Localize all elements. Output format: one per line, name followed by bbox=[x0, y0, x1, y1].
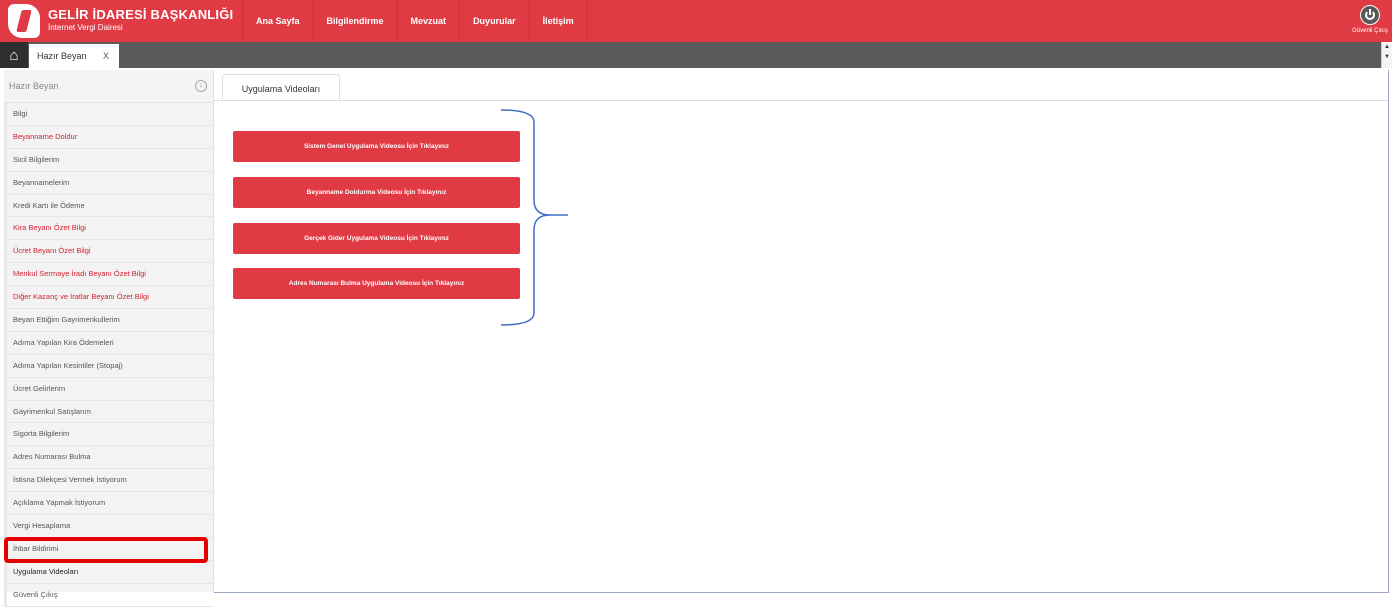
sidebar-item[interactable]: Ücret Beyanı Özet Bilgi bbox=[4, 240, 213, 264]
main-content: Uygulama Videoları Sistem Genel Uygulama… bbox=[214, 70, 1389, 593]
sidebar-item[interactable]: İhbar Bildirimi bbox=[4, 537, 213, 561]
secure-logout-button[interactable]: Güvenli Çıkış bbox=[1352, 5, 1388, 34]
sidebar-item[interactable]: Beyannamelerim bbox=[4, 171, 213, 195]
sidebar-item[interactable]: Diğer Kazanç ve İratlar Beyanı Özet Bilg… bbox=[4, 286, 213, 310]
video-button-adres-numarasi[interactable]: Adres Numarası Bulma Uygulama Videosu İç… bbox=[233, 268, 520, 299]
curly-brace-annotation bbox=[500, 109, 568, 326]
top-header: GELİR İDARESİ BAŞKANLIĞI İnternet Vergi … bbox=[0, 0, 1392, 42]
open-tabs-bar: ⌂ Hazır Beyan X ▲ ▼ bbox=[0, 42, 1392, 68]
sidebar-item[interactable]: Güvenli Çıkış bbox=[4, 583, 213, 607]
sidebar-item[interactable]: Beyanname Doldur bbox=[4, 125, 213, 149]
scroll-down-icon[interactable]: ▼ bbox=[1382, 52, 1392, 62]
scroll-up-icon[interactable]: ▲ bbox=[1382, 42, 1392, 52]
sidebar-item[interactable]: Sicil Bilgilerim bbox=[4, 148, 213, 172]
sidebar: Hazır Beyan ↓ Bilgi Beyanname Doldur Sicil… bbox=[4, 70, 214, 607]
nav-duyurular[interactable]: Duyurular bbox=[459, 0, 529, 42]
sidebar-item[interactable]: Beyan Ettiğim Gayrimenkullerim bbox=[4, 309, 213, 332]
brand-title: GELİR İDARESİ BAŞKANLIĞI bbox=[48, 7, 234, 22]
sidebar-item[interactable]: Sigorta Bilgilerim bbox=[4, 423, 213, 447]
sidebar-item[interactable]: Adres Numarası Bulma bbox=[4, 446, 213, 470]
sidebar-item[interactable]: Uygulama Videoları bbox=[4, 560, 213, 584]
video-button-gercek-gider[interactable]: Gerçek Gider Uygulama Videosu İçin Tıkla… bbox=[233, 223, 520, 254]
sidebar-item[interactable]: Gayrimenkul Satışlarım bbox=[4, 400, 213, 424]
tab-uygulama-videolari[interactable]: Uygulama Videoları bbox=[222, 74, 340, 100]
main-nav: Ana Sayfa Bilgilendirme Mevzuat Duyurula… bbox=[242, 0, 588, 42]
open-tab-label: Hazır Beyan bbox=[37, 51, 87, 61]
sidebar-item[interactable]: Bilgi bbox=[4, 103, 213, 126]
secure-logout-label: Güvenli Çıkış bbox=[1352, 28, 1388, 34]
content-tab-bar: Uygulama Videoları bbox=[214, 70, 1388, 101]
sidebar-item[interactable]: İstisna Dilekçesi Vermek İstiyorum bbox=[4, 469, 213, 493]
collapse-icon[interactable]: ↓ bbox=[195, 80, 207, 92]
sidebar-item[interactable]: Ücret Gelirlerim bbox=[4, 377, 213, 401]
sidebar-item[interactable]: Adıma Yapılan Kira Ödemeleri bbox=[4, 331, 213, 355]
tabs-scroll-control[interactable]: ▲ ▼ bbox=[1381, 42, 1392, 68]
sidebar-item[interactable]: Adıma Yapılan Kesintiler (Stopaj) bbox=[4, 354, 213, 378]
nav-ana-sayfa[interactable]: Ana Sayfa bbox=[242, 0, 313, 42]
brand-subtitle: İnternet Vergi Dairesi bbox=[48, 23, 123, 32]
home-button[interactable]: ⌂ bbox=[0, 42, 28, 68]
sidebar-item[interactable]: Açıklama Yapmak İstiyorum bbox=[4, 492, 213, 516]
power-icon bbox=[1360, 5, 1380, 25]
sidebar-menu: Bilgi Beyanname Doldur Sicil Bilgilerim Bey… bbox=[4, 103, 213, 607]
nav-mevzuat[interactable]: Mevzuat bbox=[396, 0, 460, 42]
nav-bilgilendirme[interactable]: Bilgilendirme bbox=[312, 0, 397, 42]
tab-close-button[interactable]: X bbox=[103, 51, 109, 61]
video-button-beyanname-doldurma[interactable]: Beyanname Doldurma Videosu İçin Tıklayın… bbox=[233, 177, 520, 208]
sidebar-item[interactable]: Kredi Kartı ile Ödeme bbox=[4, 194, 213, 218]
gib-logo-icon[interactable] bbox=[8, 4, 40, 38]
sidebar-item[interactable]: Menkul Sermaye İradı Beyanı Özet Bilgi bbox=[4, 263, 213, 287]
sidebar-item[interactable]: Kira Beyanı Özet Bilgi bbox=[4, 217, 213, 241]
home-icon: ⌂ bbox=[9, 46, 19, 64]
sidebar-header: Hazır Beyan ↓ bbox=[4, 70, 213, 103]
open-tab-hazir-beyan[interactable]: Hazır Beyan X bbox=[29, 44, 119, 68]
sidebar-item[interactable]: Vergi Hesaplama bbox=[4, 515, 213, 538]
sidebar-title: Hazır Beyan bbox=[9, 81, 59, 91]
video-button-sistem-genel[interactable]: Sistem Genel Uygulama Videosu İçin Tıkla… bbox=[233, 131, 520, 162]
nav-iletisim[interactable]: İletişim bbox=[528, 0, 588, 42]
